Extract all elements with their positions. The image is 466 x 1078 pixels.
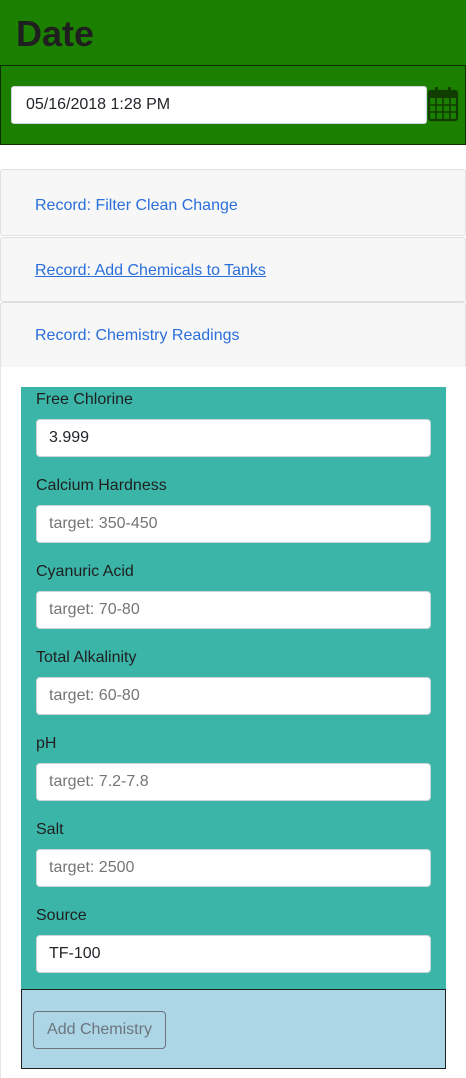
label-cyanuric-acid: Cyanuric Acid (36, 563, 134, 580)
source-input[interactable] (36, 935, 431, 973)
accordion-item-chemistry-readings: Record: Chemistry Readings (0, 302, 466, 368)
link-filter-clean-change[interactable]: Record: Filter Clean Change (35, 197, 238, 215)
total-alkalinity-input[interactable] (36, 677, 431, 715)
page: Date Record: Filter Clean Change Record:… (0, 0, 466, 1078)
add-chemistry-button[interactable]: Add Chemistry (33, 1011, 166, 1049)
cyanuric-acid-input[interactable] (36, 591, 431, 629)
label-calcium-hardness: Calcium Hardness (36, 477, 167, 494)
link-chemistry-readings[interactable]: Record: Chemistry Readings (35, 327, 240, 345)
date-time-input[interactable] (11, 86, 427, 124)
calcium-hardness-input[interactable] (36, 505, 431, 543)
date-picker-panel (0, 65, 466, 145)
accordion-item-add-chemicals: Record: Add Chemicals to Tanks (0, 237, 466, 302)
date-header: Date (0, 0, 466, 66)
free-chlorine-input[interactable] (36, 419, 431, 457)
label-total-alkalinity: Total Alkalinity (36, 649, 137, 666)
label-source: Source (36, 907, 87, 924)
salt-input[interactable] (36, 849, 431, 887)
calendar-icon[interactable] (427, 86, 459, 122)
form-footer: Add Chemistry (21, 989, 446, 1069)
page-title: Date (16, 13, 95, 54)
accordion-item-filter-clean-change: Record: Filter Clean Change (0, 169, 466, 236)
label-salt: Salt (36, 821, 64, 838)
label-free-chlorine: Free Chlorine (36, 391, 133, 408)
link-add-chemicals[interactable]: Record: Add Chemicals to Tanks (35, 262, 266, 280)
label-ph: pH (36, 735, 57, 752)
ph-input[interactable] (36, 763, 431, 801)
